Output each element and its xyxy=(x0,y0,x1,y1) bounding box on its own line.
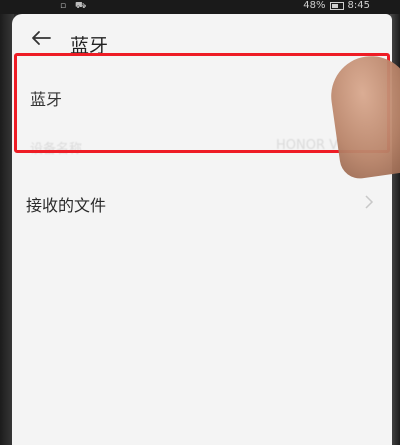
battery-percent: 48% xyxy=(303,0,326,11)
battery-icon xyxy=(329,1,344,10)
arrow-left-icon[interactable] xyxy=(30,30,52,46)
clock: 8:45 xyxy=(347,0,370,11)
received-files-row[interactable]: 接收的文件 xyxy=(12,182,392,226)
status-right: 48% 8:45 xyxy=(303,0,370,11)
notification-icons: ▫ ⛟ xyxy=(60,1,90,11)
received-files-label: 接收的文件 xyxy=(26,196,107,215)
status-bar: ▫ ⛟ 48% 8:45 xyxy=(0,0,400,14)
chevron-right-icon xyxy=(365,195,374,209)
